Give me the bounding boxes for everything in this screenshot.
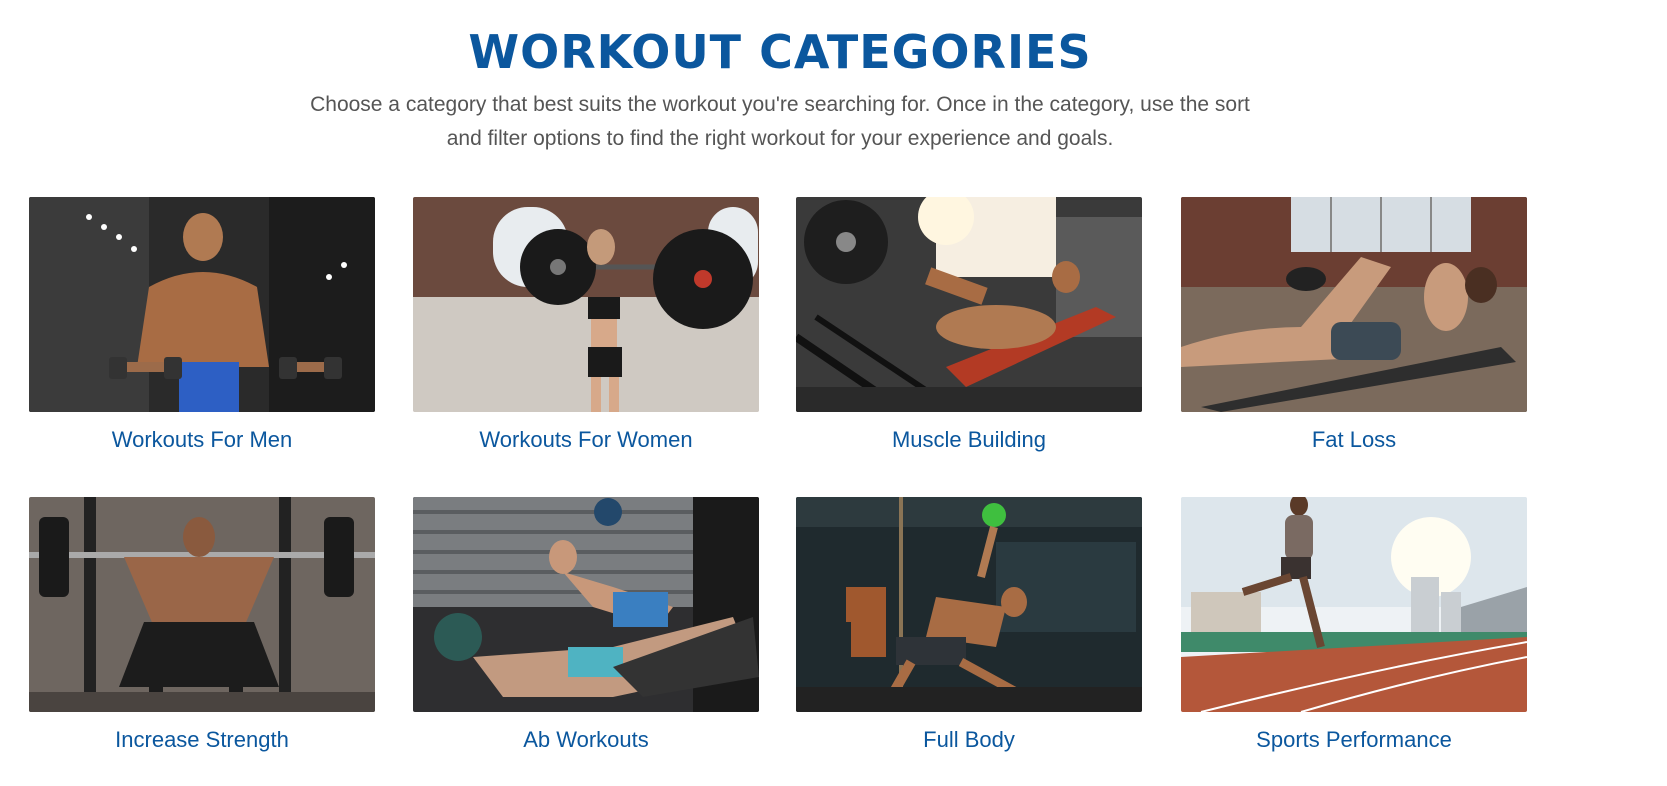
category-card-workouts-for-women[interactable]: Workouts For Women [413, 197, 759, 454]
category-card-full-body[interactable]: Full Body [796, 497, 1142, 754]
category-card-sports-performance[interactable]: Sports Performance [1181, 497, 1527, 754]
woman-barbell-photo[interactable] [413, 197, 759, 412]
man-squat-image [29, 497, 375, 712]
woman-crunch-image [1181, 197, 1527, 412]
category-link-full-body[interactable]: Full Body [796, 726, 1142, 754]
category-link-muscle-building[interactable]: Muscle Building [796, 426, 1142, 454]
kettlebell-getup-image [796, 497, 1142, 712]
kettlebell-getup-photo[interactable] [796, 497, 1142, 712]
category-link-ab-workouts[interactable]: Ab Workouts [413, 726, 759, 754]
category-link-increase-strength[interactable]: Increase Strength [29, 726, 375, 754]
category-card-fat-loss[interactable]: Fat Loss [1181, 197, 1527, 454]
category-link-workouts-for-women[interactable]: Workouts For Women [413, 426, 759, 454]
track-runner-image [1181, 497, 1527, 712]
medicine-ball-situp-image [413, 497, 759, 712]
category-link-workouts-for-men[interactable]: Workouts For Men [29, 426, 375, 454]
man-dumbbell-curl-photo[interactable] [29, 197, 375, 412]
man-dumbbell-curl-image [29, 197, 375, 412]
category-link-sports-performance[interactable]: Sports Performance [1181, 726, 1527, 754]
man-squat-photo[interactable] [29, 497, 375, 712]
category-card-increase-strength[interactable]: Increase Strength [29, 497, 375, 754]
leg-press-photo[interactable] [796, 197, 1142, 412]
category-card-workouts-for-men[interactable]: Workouts For Men [29, 197, 375, 454]
category-link-fat-loss[interactable]: Fat Loss [1181, 426, 1527, 454]
woman-crunch-photo[interactable] [1181, 197, 1527, 412]
medicine-ball-situp-photo[interactable] [413, 497, 759, 712]
track-runner-photo[interactable] [1181, 497, 1527, 712]
woman-barbell-image [413, 197, 759, 412]
category-grid: Workouts For Men Workouts For Women Musc… [0, 0, 1667, 786]
category-card-ab-workouts[interactable]: Ab Workouts [413, 497, 759, 754]
leg-press-image [796, 197, 1142, 412]
category-card-muscle-building[interactable]: Muscle Building [796, 197, 1142, 454]
